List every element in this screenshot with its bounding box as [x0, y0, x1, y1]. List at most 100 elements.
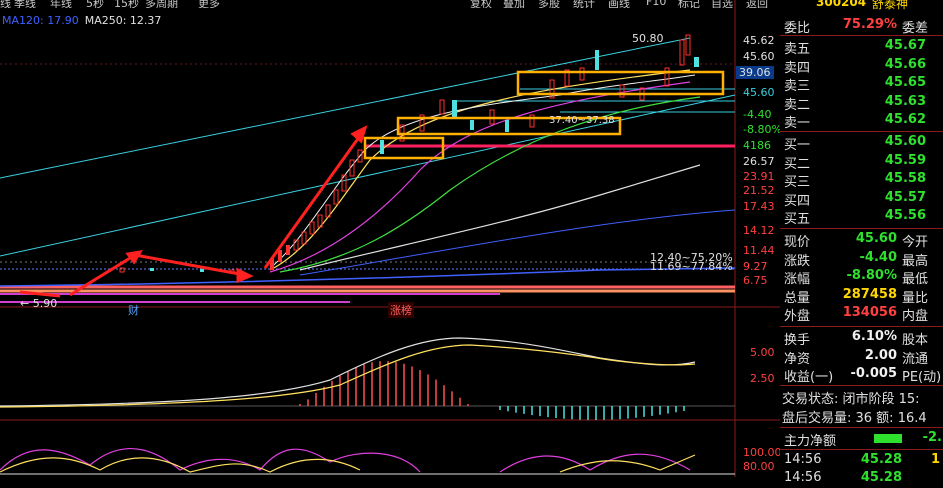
ma-white [299, 164, 701, 271]
price-axis-label: -8.80% [743, 123, 782, 136]
stat-row-value: -4.40 [859, 249, 897, 265]
trend-arrows [19, 125, 368, 298]
stat2-row: 收益(一) -0.005 PE(动) [782, 366, 942, 385]
stat2-row-label2: PE(动) [902, 370, 942, 385]
ask-row-value: 45.67 [884, 38, 926, 53]
price-axis-label: 26.57 [743, 155, 775, 168]
divider [780, 326, 943, 327]
channel-line-lower [0, 94, 736, 257]
range-label-b: 11.69~77.84% [650, 260, 733, 273]
tick-price: 45.28 [860, 470, 902, 485]
price-axis-label: 45.60 [743, 50, 775, 63]
stat2-row-label: 收益(一) [784, 370, 834, 385]
price-axis-label: 14.12 [743, 224, 775, 237]
bid-row-label: 买三 [784, 175, 811, 190]
stat-row: 涨跌 -4.40 最高 [782, 249, 942, 269]
ask-row-value: 45.65 [884, 75, 926, 90]
kdj-axis-label: 100.00 [743, 446, 782, 459]
bid-row-label: 买一 [784, 138, 811, 153]
bid-row-value: 45.59 [884, 152, 926, 168]
price-axis-label: 45.62 [743, 34, 775, 47]
kline-chart[interactable] [0, 0, 780, 477]
price-axis-label: 4186 [743, 139, 771, 152]
stat-row-label2: 最高 [902, 253, 929, 269]
tick-volume: 1 [930, 452, 940, 467]
bid-row-value: 45.56 [884, 208, 926, 223]
stock-header: 300204 舒泰神 [780, 0, 943, 14]
zhangbang-marker[interactable]: 涨榜 [388, 302, 414, 318]
low-label: ← 5.90 [20, 297, 58, 310]
weibi-row-value: 75.29% [842, 17, 897, 32]
divider [780, 385, 943, 386]
stat-row: 总量 287458 量比 [782, 287, 942, 306]
divider [780, 35, 943, 36]
ask-row-value: 45.63 [884, 93, 926, 109]
ask-row: 卖三 45.65 [782, 75, 942, 94]
stat-row-label2: 内盘 [902, 309, 929, 324]
stat-row-label: 涨幅 [784, 272, 811, 287]
stat2-row-value: 2.00 [864, 347, 897, 363]
ask-row: 卖五 45.67 [782, 38, 942, 57]
ask-row-label: 卖一 [784, 116, 811, 131]
stat-row-label2: 今开 [902, 235, 929, 250]
divider [780, 427, 943, 428]
bid-row-label: 买四 [784, 193, 811, 209]
divider [780, 228, 943, 229]
macd-axis-label: 5.00 [750, 346, 775, 359]
price-axis-label: 23.91 [743, 170, 775, 183]
stat-row-label: 涨跌 [784, 253, 811, 269]
stat-row-label: 外盘 [784, 309, 811, 324]
stat2-row-value: -0.005 [850, 366, 897, 381]
price-axis-label: -4.40 [743, 108, 772, 121]
main-net-row: 主力净额 -2. [782, 430, 942, 449]
stat2-row-label: 净资 [784, 351, 811, 367]
ask-row: 卖四 45.66 [782, 56, 942, 76]
main-net-value: -2. [922, 430, 942, 445]
price-axis-label: 9.27 [743, 260, 768, 273]
ask-row-value: 45.66 [884, 56, 926, 72]
price-axis-label: 6.75 [743, 274, 768, 287]
price-axis-label: 39.06 [736, 66, 774, 79]
ask-row: 卖二 45.63 [782, 93, 942, 113]
stat-row-label: 总量 [784, 290, 811, 306]
bid-row: 买一 45.60 [782, 134, 942, 153]
price-axis-label: 11.44 [743, 244, 775, 257]
stat-row-value: -8.80% [846, 268, 898, 283]
divider [780, 131, 943, 132]
stat2-row-label2: 股本 [902, 333, 929, 348]
stat-row: 涨幅 -8.80% 最低 [782, 268, 942, 287]
finance-marker[interactable]: 财 [128, 302, 139, 318]
trade-status: 交易状态: 闭市阶段 15: [782, 392, 920, 406]
bid-row: 买二 45.59 [782, 152, 942, 172]
stat-row: 外盘 134056 内盘 [782, 305, 942, 324]
price-axis-label: 17.43 [743, 200, 775, 213]
quote-panel: 300204 舒泰神 委比 75.29% 委差卖五 45.67 卖四 45.66 卖三 45.… [780, 0, 943, 485]
bid-row-value: 45.57 [884, 189, 926, 205]
stat-row-label2: 最低 [902, 272, 929, 287]
main-net-label: 主力净额 [784, 434, 837, 449]
bid-row-value: 45.58 [884, 171, 926, 186]
divider [780, 449, 943, 450]
stat-row-value: 134056 [842, 305, 897, 320]
stat2-row: 换手 6.10% 股本 [782, 329, 942, 348]
tick-row: 14:56 45.28 1 [782, 452, 942, 470]
weibi-row-label2: 委差 [902, 21, 929, 36]
bid-row: 买三 45.58 [782, 171, 942, 190]
ask-row-label: 卖五 [784, 42, 811, 57]
bid-row: 买四 45.57 [782, 189, 942, 209]
stat2-row-label: 换手 [784, 333, 811, 348]
weibi-row: 委比 75.29% 委差 [782, 17, 942, 36]
weibi-row-label: 委比 [784, 21, 811, 36]
stat-row-label: 现价 [784, 235, 811, 250]
stat2-row-label2: 流通 [902, 351, 929, 367]
macd-axis-label: 2.50 [750, 372, 775, 385]
tick-price: 45.28 [860, 452, 902, 467]
tick-time: 14:56 [784, 452, 822, 467]
main-net-bar [874, 434, 902, 443]
stat-row: 现价 45.60 今开 [782, 231, 942, 250]
tick-row: 14:56 45.28 [782, 470, 942, 488]
ask-row: 卖一 45.62 [782, 112, 942, 131]
stat2-row-value: 6.10% [851, 329, 897, 344]
stat2-row: 净资 2.00 流通 [782, 347, 942, 367]
tick-time: 14:56 [784, 470, 822, 485]
